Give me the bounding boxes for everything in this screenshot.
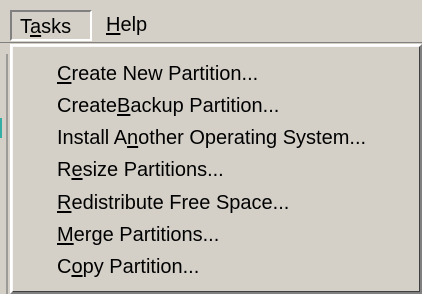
tasks-menu-button[interactable]: Tasks — [10, 10, 92, 41]
menu-bar: Tasks Help — [0, 0, 422, 43]
help-menu-button[interactable]: Help — [98, 10, 170, 41]
background-window-accent — [0, 118, 2, 138]
menu-item-redistribute-free-space[interactable]: Redistribute Free Space... — [57, 188, 289, 218]
menu-item-resize-partitions[interactable]: Resize Partitions... — [57, 155, 224, 185]
help-menu-label-after: elp — [120, 14, 148, 36]
menu-item-label-after: other Operating System... — [138, 127, 367, 149]
tasks-menu-label-after: sks — [41, 16, 72, 38]
background-window-edge — [6, 54, 8, 294]
tasks-menu-mnemonic: a — [30, 16, 42, 38]
menu-item-merge-partitions[interactable]: Merge Partitions... — [57, 220, 219, 250]
menu-item-label-before: Create — [57, 95, 118, 117]
menu-item-label-before: R — [57, 159, 72, 181]
menu-item-label-after: erge Partitions... — [73, 224, 220, 246]
menu-item-mnemonic: e — [71, 159, 83, 181]
menu-item-label-after: edistribute Free Space... — [71, 192, 290, 214]
menu-item-label-after: size Partitions... — [82, 159, 224, 181]
tasks-dropdown-inner-border: Create New Partition... Create Backup Pa… — [12, 46, 420, 292]
menu-item-label-before: Install A — [57, 127, 128, 149]
menu-item-mnemonic: R — [57, 192, 72, 214]
tasks-dropdown-menu: Create New Partition... Create Backup Pa… — [10, 44, 422, 294]
menu-item-mnemonic: C — [57, 63, 72, 85]
tasks-menu-label-before: T — [20, 16, 30, 38]
menu-item-label-after: ackup Partition... — [130, 95, 280, 117]
help-menu-mnemonic: H — [106, 14, 121, 36]
menu-item-install-another-operating-system[interactable]: Install Another Operating System... — [57, 123, 366, 153]
menu-item-label-after: reate New Partition... — [71, 63, 259, 85]
menu-item-label-after: py Partition... — [82, 256, 200, 278]
menu-item-mnemonic: n — [127, 127, 139, 149]
menu-item-mnemonic: o — [71, 256, 83, 278]
application-window: Tasks Help Create New Partition... Creat… — [0, 0, 422, 294]
menu-item-create-backup-partition[interactable]: Create Backup Partition... — [57, 91, 279, 121]
menu-item-create-new-partition[interactable]: Create New Partition... — [57, 59, 258, 89]
menu-item-copy-partition[interactable]: Copy Partition... — [57, 252, 199, 282]
menu-item-mnemonic: B — [117, 95, 131, 117]
menu-item-label-before: C — [57, 256, 72, 278]
menu-item-mnemonic: M — [57, 224, 74, 246]
